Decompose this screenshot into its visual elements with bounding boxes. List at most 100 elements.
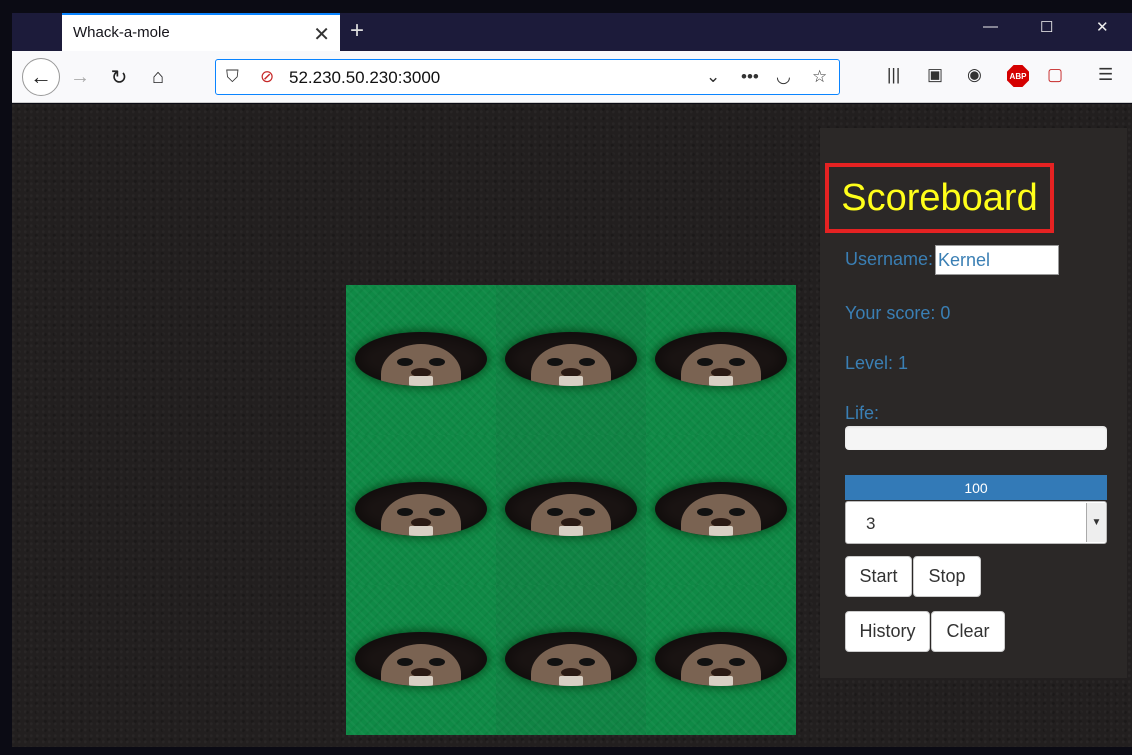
url-bar[interactable]: ⛉ ⊘ 52.230.50.230:3000 ⌄ ••• ◡ ☆ xyxy=(215,59,840,95)
url-text[interactable]: 52.230.50.230:3000 xyxy=(289,68,440,88)
mole-teeth xyxy=(559,526,583,536)
mole-eye xyxy=(729,658,745,666)
hole[interactable] xyxy=(655,482,787,536)
mole-eye xyxy=(429,658,445,666)
mole-hole-cell[interactable] xyxy=(346,435,496,585)
abp-icon[interactable]: ABP xyxy=(1007,65,1029,87)
nav-bar: ← → ↻ ⌂ ⛉ ⊘ 52.230.50.230:3000 ⌄ ••• ◡ ☆… xyxy=(12,51,1132,103)
browser-window: Whack-a-mole ✕ + — ☐ ✕ ← → ↻ ⌂ ⛉ ⊘ 52.23… xyxy=(0,0,1132,755)
reader-icon[interactable]: ▣ xyxy=(927,65,943,85)
tab-title: Whack-a-mole xyxy=(73,24,170,41)
mole-hole-cell[interactable] xyxy=(646,285,796,435)
mole-teeth xyxy=(709,676,733,686)
progress-value: 100 xyxy=(964,479,988,496)
tab-active[interactable]: Whack-a-mole ✕ xyxy=(62,13,340,53)
stop-button[interactable]: Stop xyxy=(913,556,981,597)
mole-eye xyxy=(579,358,595,366)
mole-eye xyxy=(697,508,713,516)
mole-eye xyxy=(579,508,595,516)
clear-button[interactable]: Clear xyxy=(931,611,1005,652)
start-button[interactable]: Start xyxy=(845,556,912,597)
mole-icon[interactable] xyxy=(531,644,611,686)
game-board xyxy=(346,285,796,735)
scoreboard-panel: Scoreboard Username: Your score: 0 Level… xyxy=(820,128,1127,678)
hole[interactable] xyxy=(355,632,487,686)
mole-icon[interactable] xyxy=(381,344,461,386)
level-label: Level: 1 xyxy=(845,353,909,373)
forward-arrow-icon[interactable]: → xyxy=(67,64,93,90)
mole-icon[interactable] xyxy=(381,644,461,686)
star-icon[interactable]: ☆ xyxy=(812,67,827,87)
mole-icon[interactable] xyxy=(531,344,611,386)
history-button[interactable]: History xyxy=(845,611,930,652)
scoreboard-title: Scoreboard xyxy=(825,163,1054,233)
mole-eye xyxy=(397,658,413,666)
mole-hole-cell[interactable] xyxy=(496,285,646,435)
mole-eye xyxy=(547,658,563,666)
mole-teeth xyxy=(709,526,733,536)
maximize-icon[interactable]: ☐ xyxy=(1040,18,1053,36)
mole-hole-cell[interactable] xyxy=(496,585,646,735)
mole-icon[interactable] xyxy=(681,644,761,686)
hole[interactable] xyxy=(655,632,787,686)
mole-eye xyxy=(729,358,745,366)
pocket-icon[interactable]: ◡ xyxy=(776,67,791,87)
mole-eye xyxy=(697,358,713,366)
progress-fill: 100 xyxy=(845,475,1107,500)
mole-icon[interactable] xyxy=(681,494,761,536)
hole[interactable] xyxy=(655,332,787,386)
life-bar xyxy=(845,426,1107,450)
hole[interactable] xyxy=(355,482,487,536)
mole-icon[interactable] xyxy=(381,494,461,536)
mole-teeth xyxy=(709,376,733,386)
life-label: Life: xyxy=(845,403,880,423)
mole-teeth xyxy=(409,526,433,536)
mole-icon[interactable] xyxy=(531,494,611,536)
mole-teeth xyxy=(409,376,433,386)
mole-eye xyxy=(397,508,413,516)
extension-icon[interactable]: ▢ xyxy=(1047,65,1063,85)
mole-hole-cell[interactable] xyxy=(646,585,796,735)
mole-eye xyxy=(397,358,413,366)
score-label: Your score: 0 xyxy=(845,303,951,323)
mole-hole-cell[interactable] xyxy=(346,585,496,735)
home-icon[interactable]: ⌂ xyxy=(145,64,171,90)
menu-icon[interactable]: ☰ xyxy=(1098,65,1113,85)
hole[interactable] xyxy=(355,332,487,386)
shield-icon[interactable]: ⛉ xyxy=(226,67,239,87)
username-input[interactable] xyxy=(935,245,1059,275)
mole-hole-cell[interactable] xyxy=(646,435,796,585)
tab-close-icon[interactable]: ✕ xyxy=(313,22,330,47)
mole-icon[interactable] xyxy=(681,344,761,386)
back-arrow-icon[interactable]: ← xyxy=(22,58,60,96)
minimize-icon[interactable]: — xyxy=(983,18,998,35)
library-icon[interactable]: ||| xyxy=(887,65,900,85)
mole-eye xyxy=(697,658,713,666)
hole[interactable] xyxy=(505,332,637,386)
hole[interactable] xyxy=(505,632,637,686)
mole-hole-cell[interactable] xyxy=(496,435,646,585)
mole-eye xyxy=(579,658,595,666)
username-label: Username: xyxy=(845,249,934,269)
more-icon[interactable]: ••• xyxy=(741,67,759,87)
page-content: Scoreboard Username: Your score: 0 Level… xyxy=(12,104,1132,747)
reload-icon[interactable]: ↻ xyxy=(106,64,132,90)
mole-eye xyxy=(429,508,445,516)
mole-eye xyxy=(547,358,563,366)
level-select[interactable]: 3 ▼ xyxy=(845,501,1107,544)
progress-bar: 100 xyxy=(845,475,1107,500)
mole-teeth xyxy=(559,676,583,686)
mole-eye xyxy=(429,358,445,366)
level-select-value: 3 xyxy=(866,514,876,533)
no-lock-icon[interactable]: ⊘ xyxy=(260,67,274,87)
mole-teeth xyxy=(559,376,583,386)
mole-eye xyxy=(729,508,745,516)
hole[interactable] xyxy=(505,482,637,536)
chevron-down-icon[interactable]: ▼ xyxy=(1086,503,1106,542)
window-close-icon[interactable]: ✕ xyxy=(1096,18,1109,36)
new-tab-icon[interactable]: + xyxy=(350,17,364,45)
mole-hole-cell[interactable] xyxy=(346,285,496,435)
mole-teeth xyxy=(409,676,433,686)
chevron-down-icon[interactable]: ⌄ xyxy=(706,67,720,87)
account-icon[interactable]: ◉ xyxy=(967,65,982,85)
